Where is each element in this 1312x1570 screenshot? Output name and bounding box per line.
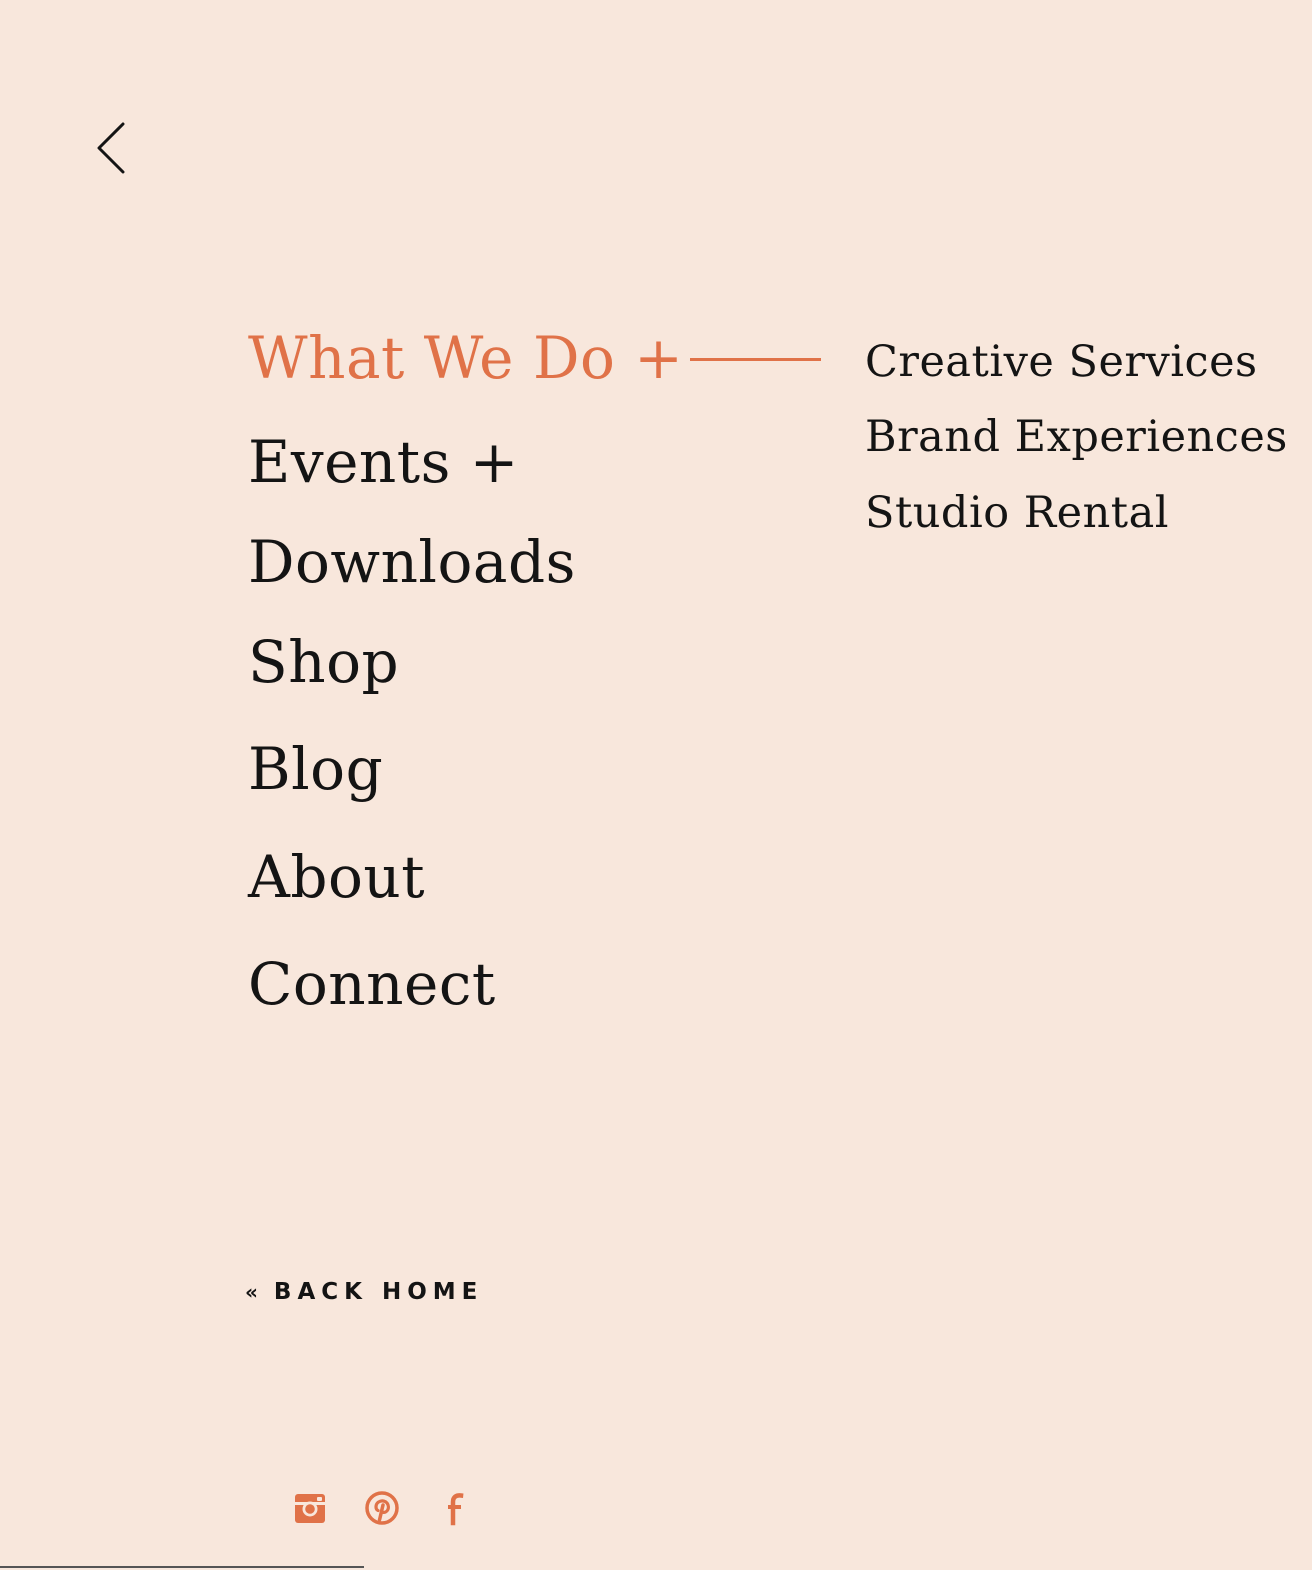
submenu-connector-line <box>690 358 821 361</box>
back-home-link[interactable]: « BACK HOME <box>245 1281 483 1304</box>
nav-item-downloads[interactable]: Downloads <box>248 533 576 591</box>
back-arrow-button[interactable] <box>92 120 132 178</box>
double-chevron-left-icon: « <box>245 1280 258 1304</box>
chevron-left-icon <box>97 122 125 174</box>
nav-item-blog[interactable]: Blog <box>248 740 383 798</box>
nav-item-about[interactable]: About <box>248 848 425 906</box>
nav-item-shop[interactable]: Shop <box>248 633 399 691</box>
facebook-link[interactable] <box>438 1490 474 1526</box>
pinterest-icon <box>365 1491 399 1525</box>
nav-item-events[interactable]: Events + <box>248 433 519 491</box>
submenu-what-we-do: Creative Services Brand Experiences Stud… <box>865 0 1305 600</box>
pinterest-link[interactable] <box>364 1490 400 1526</box>
back-home-label: BACK HOME <box>273 1279 484 1305</box>
instagram-link[interactable] <box>292 1490 328 1526</box>
submenu-item-creative-services[interactable]: Creative Services <box>865 341 1258 384</box>
facebook-icon <box>448 1493 464 1526</box>
submenu-item-brand-experiences[interactable]: Brand Experiences <box>865 416 1288 459</box>
nav-item-connect[interactable]: Connect <box>248 955 496 1013</box>
bottom-divider <box>0 1566 364 1568</box>
instagram-icon <box>295 1494 325 1523</box>
submenu-item-studio-rental[interactable]: Studio Rental <box>865 492 1169 535</box>
nav-item-what-we-do[interactable]: What We Do + <box>248 329 683 387</box>
main-navigation: What We Do + Events + Downloads Shop Blo… <box>248 0 688 1100</box>
